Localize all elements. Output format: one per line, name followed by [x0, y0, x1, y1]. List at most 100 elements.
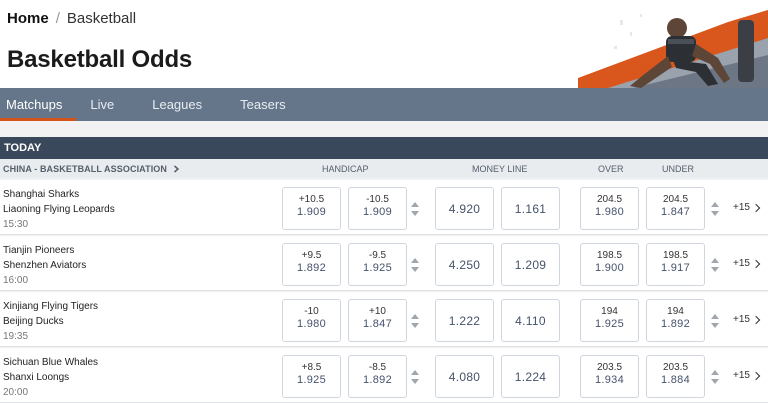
- match-teams[interactable]: Sichuan Blue Whales Shanxi Loongs 20:00: [3, 355, 98, 400]
- over-odds-button[interactable]: 198.5 1.900: [580, 243, 639, 286]
- moneyline-away-odds-button[interactable]: 1.209: [501, 243, 560, 286]
- breadcrumb-separator: /: [55, 10, 60, 27]
- match-row: Tianjin Pioneers Shenzhen Aviators 16:00…: [0, 236, 768, 291]
- league-label: CHINA - BASKETBALL ASSOCIATION: [3, 164, 167, 174]
- handicap-home-odds-button[interactable]: +9.5 1.892: [282, 243, 341, 286]
- odds-price: 4.080: [448, 369, 481, 384]
- handicap-line: -9.5: [368, 250, 387, 261]
- odds-price: 1.900: [594, 262, 625, 274]
- handicap-away-odds-button[interactable]: +10 1.847: [348, 299, 407, 342]
- odds-price: 1.892: [296, 262, 327, 274]
- under-header: UNDER: [662, 164, 695, 174]
- column-header-bar: CHINA - BASKETBALL ASSOCIATION HANDICAP …: [0, 159, 768, 178]
- under-odds-button[interactable]: 203.5 1.884: [646, 355, 705, 398]
- match-teams[interactable]: Tianjin Pioneers Shenzhen Aviators 16:00: [3, 243, 86, 288]
- tab-live[interactable]: Live: [78, 88, 126, 121]
- match-time: 15:30: [3, 219, 29, 230]
- over-odds-button[interactable]: 203.5 1.934: [580, 355, 639, 398]
- total-line: 203.5: [596, 362, 623, 373]
- away-team-name: Shenzhen Aviators: [3, 260, 87, 271]
- moneyline-away-odds-button[interactable]: 1.224: [501, 355, 560, 398]
- moneyline-home-odds-button[interactable]: 4.920: [435, 187, 494, 230]
- moneyline-home-odds-button[interactable]: 1.222: [435, 299, 494, 342]
- over-odds-button[interactable]: 194 1.925: [580, 299, 639, 342]
- total-alt-lines-icon[interactable]: [710, 311, 720, 331]
- odds-price: 1.209: [514, 257, 547, 272]
- total-line: 204.5: [662, 194, 689, 205]
- match-teams[interactable]: Xinjiang Flying Tigers Beijing Ducks 19:…: [3, 299, 98, 344]
- moneyline-away-odds-button[interactable]: 4.110: [501, 299, 560, 342]
- under-odds-button[interactable]: 198.5 1.917: [646, 243, 705, 286]
- total-alt-lines-icon[interactable]: [710, 367, 720, 387]
- handicap-line: +8.5: [301, 362, 322, 373]
- odds-price: 1.892: [362, 374, 393, 386]
- handicap-away-odds-button[interactable]: -10.5 1.909: [348, 187, 407, 230]
- odds-price: 1.925: [296, 374, 327, 386]
- more-markets-count: +15: [733, 202, 750, 213]
- money-line-header: MONEY LINE: [472, 164, 528, 174]
- under-odds-button[interactable]: 204.5 1.847: [646, 187, 705, 230]
- league-link[interactable]: CHINA - BASKETBALL ASSOCIATION: [3, 164, 180, 174]
- away-team-name: Shanxi Loongs: [3, 372, 70, 383]
- match-row: Xinjiang Flying Tigers Beijing Ducks 19:…: [0, 292, 768, 347]
- handicap-line: -10.5: [366, 194, 389, 205]
- handicap-alt-lines-icon[interactable]: [410, 367, 420, 387]
- handicap-away-odds-button[interactable]: -9.5 1.925: [348, 243, 407, 286]
- total-alt-lines-icon[interactable]: [710, 199, 720, 219]
- odds-price: 1.980: [296, 318, 327, 330]
- odds-price: 1.892: [660, 318, 691, 330]
- chevron-right-icon: [751, 203, 761, 212]
- home-team-name: Shanghai Sharks: [3, 189, 80, 200]
- breadcrumb-current: Basketball: [66, 10, 137, 27]
- more-markets-link[interactable]: +15: [733, 314, 761, 325]
- odds-price: 1.847: [362, 318, 393, 330]
- handicap-line: -10: [304, 306, 319, 317]
- handicap-alt-lines-icon[interactable]: [410, 311, 420, 331]
- handicap-home-odds-button[interactable]: +10.5 1.909: [282, 187, 341, 230]
- home-team-name: Tianjin Pioneers: [3, 245, 75, 256]
- handicap-line: +9.5: [301, 250, 322, 261]
- more-markets-link[interactable]: +15: [733, 202, 761, 213]
- handicap-alt-lines-icon[interactable]: [410, 199, 420, 219]
- moneyline-away-odds-button[interactable]: 1.161: [501, 187, 560, 230]
- section-header: TODAY: [0, 137, 768, 159]
- match-time: 20:00: [3, 387, 29, 398]
- odds-price: 1.222: [448, 313, 481, 328]
- handicap-home-odds-button[interactable]: -10 1.980: [282, 299, 341, 342]
- main-nav: Matchups Live Leagues Teasers: [0, 88, 768, 121]
- breadcrumb: Home / Basketball: [7, 10, 136, 27]
- chevron-right-icon: [173, 165, 179, 173]
- page-title: Basketball Odds: [7, 46, 193, 73]
- total-line: 198.5: [662, 250, 689, 261]
- more-markets-count: +15: [733, 370, 750, 381]
- odds-price: 4.110: [515, 313, 546, 328]
- tab-teasers[interactable]: Teasers: [228, 88, 298, 121]
- over-odds-button[interactable]: 204.5 1.980: [580, 187, 639, 230]
- handicap-alt-lines-icon[interactable]: [410, 255, 420, 275]
- match-teams[interactable]: Shanghai Sharks Liaoning Flying Leopards…: [3, 187, 115, 232]
- chevron-right-icon: [751, 315, 761, 324]
- handicap-line: +10.5: [298, 194, 325, 205]
- odds-price: 1.847: [660, 206, 691, 218]
- more-markets-link[interactable]: +15: [733, 258, 761, 269]
- odds-price: 4.250: [448, 257, 481, 272]
- more-markets-count: +15: [733, 258, 750, 269]
- chevron-right-icon: [751, 259, 761, 268]
- odds-price: 1.909: [362, 206, 393, 218]
- odds-price: 1.909: [296, 206, 327, 218]
- tab-leagues[interactable]: Leagues: [140, 88, 214, 121]
- moneyline-home-odds-button[interactable]: 4.080: [435, 355, 494, 398]
- handicap-line: -8.5: [368, 362, 387, 373]
- total-line: 198.5: [596, 250, 623, 261]
- handicap-home-odds-button[interactable]: +8.5 1.925: [282, 355, 341, 398]
- tab-matchups[interactable]: Matchups: [0, 88, 77, 121]
- total-alt-lines-icon[interactable]: [710, 255, 720, 275]
- odds-price: 1.917: [660, 262, 691, 274]
- handicap-away-odds-button[interactable]: -8.5 1.892: [348, 355, 407, 398]
- breadcrumb-home-link[interactable]: Home: [7, 10, 49, 27]
- odds-price: 4.920: [448, 201, 481, 216]
- odds-price: 1.884: [660, 374, 691, 386]
- under-odds-button[interactable]: 194 1.892: [646, 299, 705, 342]
- moneyline-home-odds-button[interactable]: 4.250: [435, 243, 494, 286]
- more-markets-link[interactable]: +15: [733, 370, 761, 381]
